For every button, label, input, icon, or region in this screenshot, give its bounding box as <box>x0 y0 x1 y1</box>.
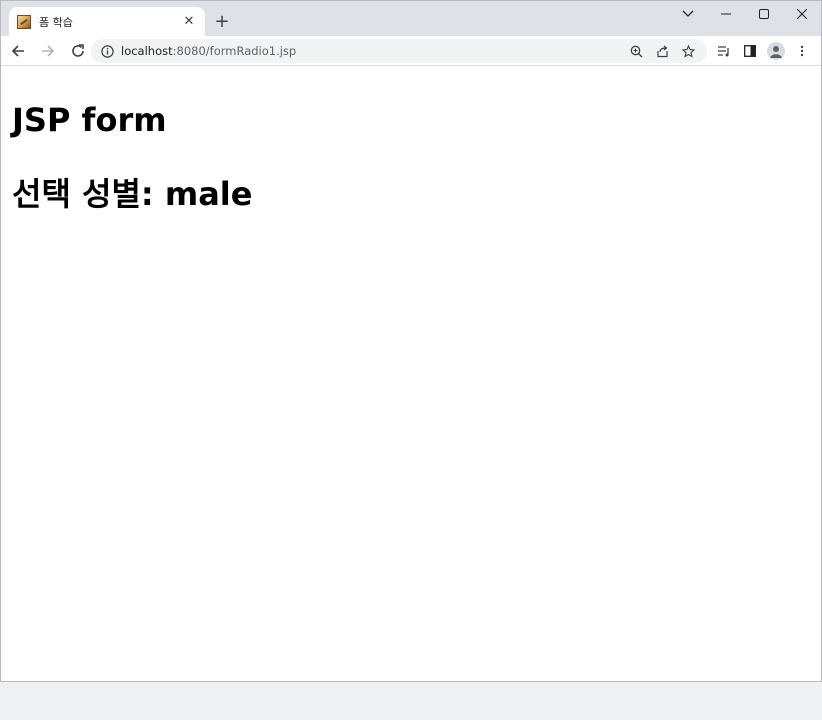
avatar <box>767 42 785 60</box>
url-text: localhost:8080/formRadio1.jsp <box>121 44 296 58</box>
more-menu-icon[interactable] <box>789 38 815 64</box>
reading-list-icon[interactable] <box>711 38 737 64</box>
browser-toolbar: localhost:8080/formRadio1.jsp <box>1 36 821 66</box>
selected-gender-result: 선택 성별: male <box>12 175 810 213</box>
close-icon[interactable]: ✕ <box>181 14 197 30</box>
url-host: localhost <box>121 44 173 58</box>
image-icon <box>17 14 31 29</box>
result-value: male <box>164 175 253 213</box>
reload-icon[interactable] <box>65 38 91 64</box>
profile-icon[interactable] <box>763 38 789 64</box>
tab-title: 폼 학습 <box>39 15 73 29</box>
maximize-icon[interactable] <box>745 1 783 27</box>
url-path: :8080/formRadio1.jsp <box>172 44 297 58</box>
chevron-down-icon[interactable] <box>669 1 707 27</box>
plus-icon[interactable]: + <box>211 10 233 32</box>
taskbar <box>0 682 822 720</box>
star-icon[interactable] <box>675 39 701 63</box>
back-icon[interactable] <box>5 38 31 64</box>
side-panel-icon[interactable] <box>737 38 763 64</box>
window-close-icon[interactable] <box>783 1 821 27</box>
address-bar[interactable]: localhost:8080/formRadio1.jsp <box>91 39 707 63</box>
result-label: 선택 성별: <box>12 175 165 213</box>
info-icon[interactable] <box>99 43 115 59</box>
minimize-icon[interactable] <box>707 1 745 27</box>
page-title: JSP form <box>12 101 167 139</box>
omnibox-actions <box>623 39 701 63</box>
browser-window: 폼 학습 ✕ + localhost:8080/formRadio1.jsp J… <box>0 0 822 682</box>
toolbar-actions <box>711 36 815 66</box>
window-controls <box>669 1 821 27</box>
forward-icon[interactable] <box>35 38 61 64</box>
zoom-icon[interactable] <box>623 39 649 63</box>
share-icon[interactable] <box>649 39 675 63</box>
active-tab[interactable]: 폼 학습 ✕ <box>9 7 205 36</box>
tab-strip: 폼 학습 ✕ + <box>1 1 821 36</box>
page-content: JSP form 선택 성별: male <box>1 67 821 681</box>
